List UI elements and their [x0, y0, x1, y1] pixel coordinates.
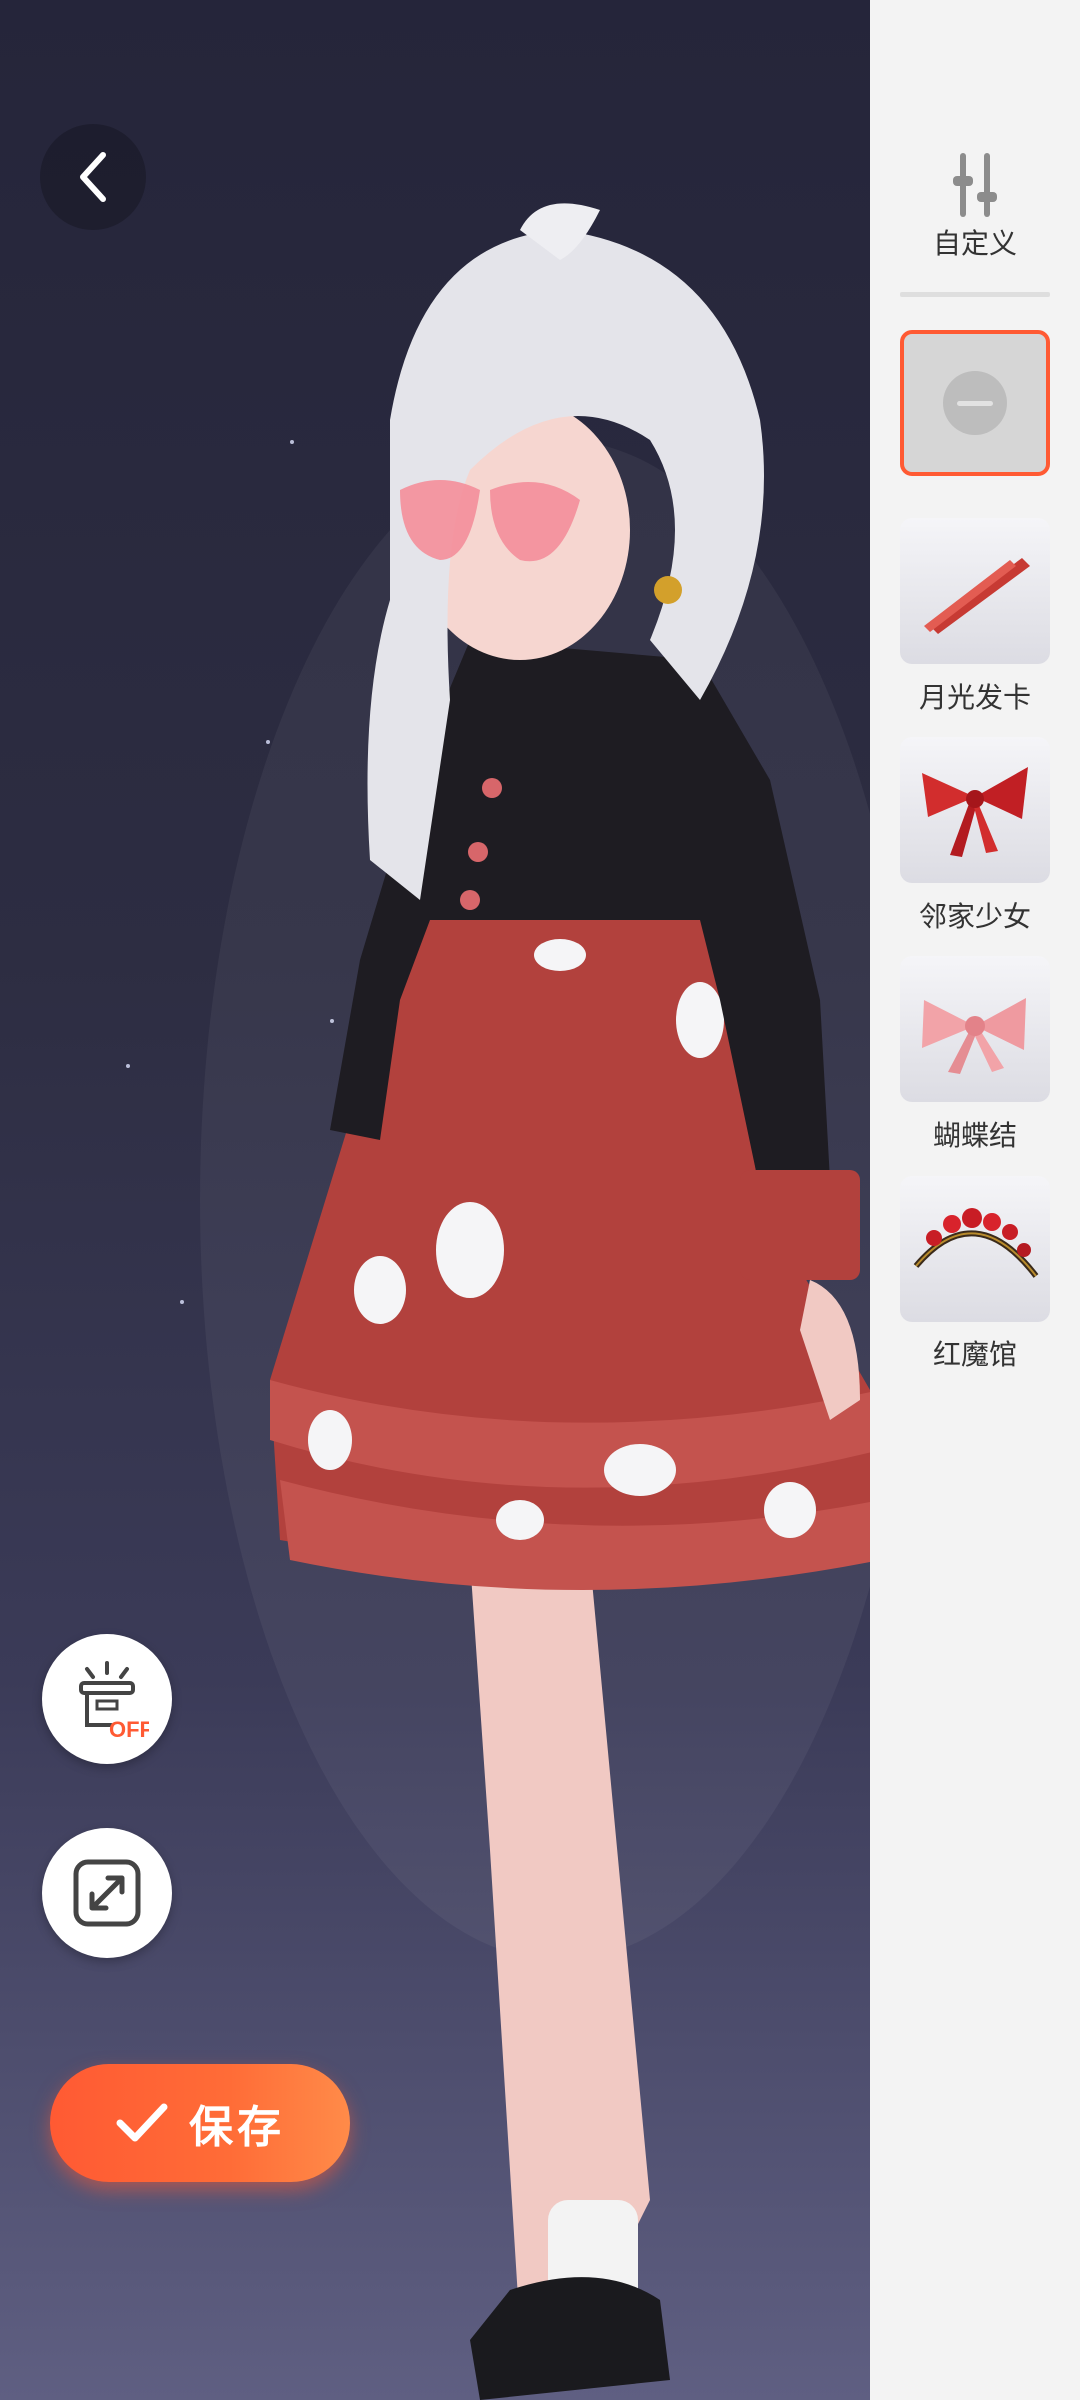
checkmark-icon [116, 2103, 168, 2142]
lamp-off-icon: OFF [79, 1661, 149, 1741]
pink-bow-icon [922, 998, 1026, 1074]
red-bow-icon [922, 767, 1028, 857]
off-badge: OFF [109, 1717, 149, 1741]
back-button[interactable] [40, 124, 146, 230]
avatar-stage[interactable]: OFF 保存 [0, 0, 870, 2400]
save-button[interactable]: 保存 [50, 2064, 350, 2182]
light-off-toggle[interactable]: OFF [42, 1634, 172, 1764]
remove-icon [943, 371, 1007, 435]
customize-button[interactable]: 自定义 [870, 150, 1080, 270]
hairpin-icon [924, 558, 1030, 634]
accessory-item-scarlet-mansion[interactable] [900, 1176, 1050, 1322]
chevron-left-icon [80, 152, 106, 202]
accessory-panel: 自定义 月光发卡 邻家少女 蝴蝶结 红魔馆 [870, 0, 1080, 2400]
divider [900, 292, 1050, 297]
item-label: 蝴蝶结 [932, 1119, 1017, 1152]
item-label: 邻家少女 [918, 900, 1031, 933]
expand-icon [73, 1859, 141, 1927]
avatar-figure [200, 203, 870, 2400]
sliders-icon [953, 153, 997, 217]
tiara-icon [913, 1208, 1039, 1278]
item-label: 月光发卡 [918, 681, 1031, 714]
save-label: 保存 [189, 2102, 285, 2153]
accessory-item-bowknot[interactable] [900, 956, 1050, 1102]
customize-label: 自定义 [932, 227, 1017, 260]
fullscreen-button[interactable] [42, 1828, 172, 1958]
accessory-item-neighbor-girl[interactable] [900, 737, 1050, 883]
accessory-item-moonlight-hairpin[interactable] [900, 518, 1050, 664]
accessory-none-option[interactable] [900, 330, 1050, 476]
item-label: 红魔馆 [932, 1338, 1017, 1371]
